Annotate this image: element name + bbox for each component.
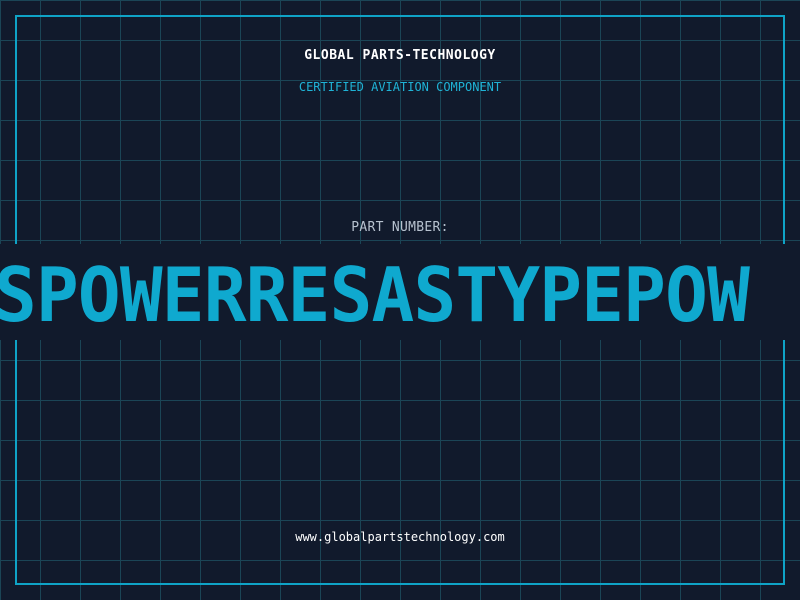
certification-subtitle: CERTIFIED AVIATION COMPONENT	[298, 80, 502, 94]
part-number-value: SPOWERRESASTYPEPOW	[0, 251, 750, 340]
website-url: www.globalpartstechnology.com	[295, 530, 505, 544]
certificate-page: GLOBAL PARTS-TECHNOLOGY CERTIFIED AVIATI…	[0, 0, 800, 600]
company-name: GLOBAL PARTS-TECHNOLOGY	[304, 48, 496, 63]
part-number-label: PART NUMBER:	[351, 220, 449, 235]
part-number-band: SPOWERRESASTYPEPOW	[0, 244, 800, 340]
